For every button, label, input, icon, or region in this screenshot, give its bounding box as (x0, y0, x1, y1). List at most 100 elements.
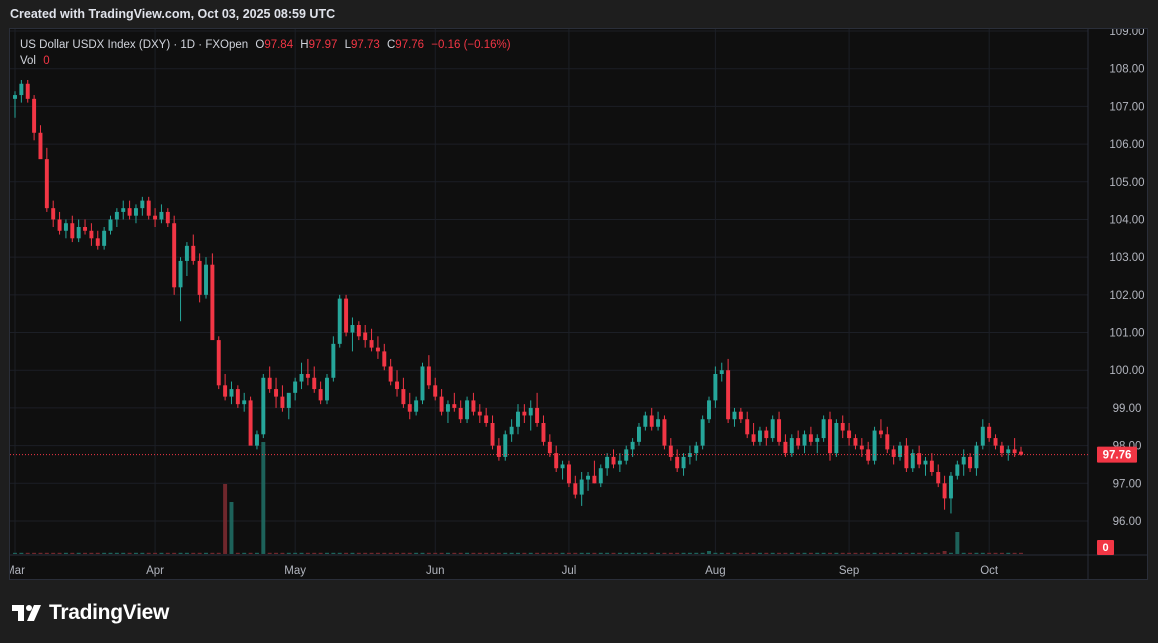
candle-body (898, 445, 902, 457)
candle-body (586, 475, 591, 480)
candle-body (95, 238, 100, 246)
candle-body (286, 392, 291, 408)
volume-bar (643, 552, 648, 554)
candle-body (83, 227, 88, 231)
price-axis-label: 99.00 (1113, 403, 1142, 415)
candlestick-chart[interactable]: 109.00 108.00 107.00 106.00 105.00 104.00 103.… (10, 29, 1148, 580)
volume-bar (522, 552, 527, 554)
volume-bar (305, 552, 310, 554)
volume-bar (923, 552, 928, 554)
candle-body (63, 223, 68, 231)
volume-bar (350, 552, 355, 554)
candle-body (19, 83, 24, 96)
candle-body (993, 438, 998, 446)
candle-body (681, 456, 686, 469)
volume-bar (242, 552, 247, 554)
volume-bar (700, 552, 705, 554)
tradingview-logo[interactable]: TradingView (12, 600, 169, 626)
volume-bar (853, 552, 858, 554)
candle-body (878, 430, 883, 435)
price-axis-label: 102.00 (1109, 290, 1144, 302)
volume-bar (76, 552, 81, 554)
volume-bar (828, 552, 832, 554)
volume-bar (847, 552, 852, 554)
chart-frame[interactable]: 109.00 108.00 107.00 106.00 105.00 104.00 103.… (9, 28, 1148, 580)
candle-body (974, 445, 979, 469)
volume-bar (541, 552, 546, 554)
close-value: 97.76 (395, 39, 425, 51)
volume-bar (808, 552, 813, 554)
candle-body (522, 411, 527, 416)
volume-bar (344, 552, 349, 554)
volume-bar (312, 552, 317, 554)
candle-body (713, 374, 718, 401)
volume-bar (70, 552, 75, 554)
candle-body (745, 419, 750, 435)
candle-body (904, 445, 909, 469)
candle-body (70, 223, 75, 239)
volume-bar (471, 552, 476, 554)
volume-bar (516, 552, 520, 554)
volume-bar (191, 552, 196, 554)
candle-body (382, 351, 387, 367)
candle-body (528, 407, 533, 416)
candle-body (910, 453, 915, 469)
candle-body (146, 200, 151, 216)
volume-bar (184, 552, 189, 554)
candle-body (923, 460, 928, 465)
volume-bar (121, 552, 126, 554)
volume-bar (834, 552, 839, 554)
volume-badge-label: 0 (1102, 542, 1108, 554)
volume-bar (547, 552, 552, 554)
volume-bar (1012, 552, 1017, 554)
volume-bar (713, 552, 718, 554)
volume-bar (140, 552, 145, 554)
candle-body (490, 423, 495, 446)
candle-body (821, 419, 826, 439)
candle-body (955, 464, 960, 476)
candle-body (554, 453, 559, 469)
candle-body (535, 407, 540, 423)
candle-body (592, 475, 597, 484)
volume-bar (331, 552, 336, 554)
price-axis-label: 97.00 (1113, 478, 1142, 490)
volume-bar (917, 552, 922, 554)
candle-body (261, 377, 266, 435)
price-axis-label: 108.00 (1109, 64, 1144, 76)
volume-bar (426, 552, 431, 554)
volume-bar (675, 552, 680, 554)
price-axis-label: 104.00 (1109, 214, 1144, 226)
volume-bar (63, 552, 68, 554)
time-axis-label: Jul (562, 565, 577, 577)
volume-bar (668, 552, 673, 554)
candle-body (496, 445, 501, 457)
candle-body (700, 419, 705, 446)
volume-bar (509, 552, 514, 554)
price-axis-label: 107.00 (1109, 101, 1144, 113)
candle-body (1012, 449, 1017, 454)
candle-body (433, 385, 438, 397)
candle-body (420, 366, 425, 401)
volume-bar (777, 552, 782, 554)
volume-bar (1006, 552, 1011, 554)
candle-body (662, 419, 667, 446)
volume-bar (484, 552, 489, 554)
volume-bar (95, 552, 100, 554)
volume-bar (178, 552, 183, 554)
volume-bar (586, 552, 591, 554)
price-axis-label: 96.00 (1113, 516, 1142, 528)
volume-bar (802, 552, 807, 554)
volume-bar (204, 552, 208, 554)
candle-body (331, 343, 336, 378)
volume-bar (395, 552, 399, 554)
volume-bar (999, 552, 1004, 554)
volume-bar (89, 552, 94, 554)
volume-bar (592, 552, 597, 554)
volume-bar (114, 552, 119, 554)
candle-body (859, 445, 864, 450)
volume-bar (146, 552, 151, 554)
time-axis-label: Mar (10, 565, 25, 577)
volume-bar (420, 552, 425, 554)
volume-bar (617, 552, 622, 554)
candle-body (299, 374, 304, 382)
